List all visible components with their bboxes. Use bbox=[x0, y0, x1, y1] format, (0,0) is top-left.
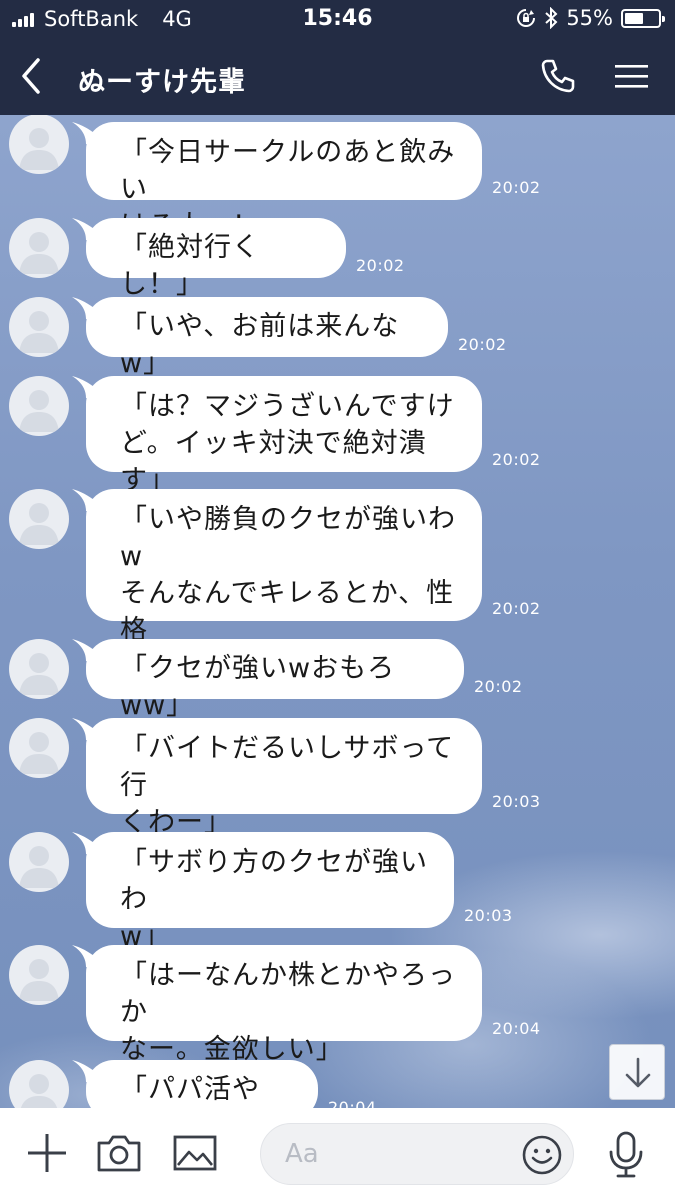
message-bubble[interactable]: 「パパ活やれ」 bbox=[72, 1060, 318, 1108]
scroll-to-bottom-button[interactable] bbox=[609, 1044, 665, 1100]
message-row: 「今日サークルのあと飲みいける人ー！」 20:02 bbox=[0, 115, 675, 242]
battery-fill bbox=[625, 12, 643, 24]
default-user-icon bbox=[19, 732, 59, 774]
default-user-icon bbox=[19, 959, 59, 1001]
default-user-icon bbox=[19, 311, 59, 353]
default-user-icon bbox=[19, 390, 59, 432]
battery-icon bbox=[621, 8, 665, 28]
message-timestamp: 20:03 bbox=[492, 792, 541, 811]
top-bar: SoftBank 4G 15:46 55% ぬーすけ先輩 bbox=[0, 0, 675, 115]
avatar[interactable] bbox=[9, 832, 69, 892]
message-timestamp: 20:03 bbox=[464, 906, 513, 925]
avatar[interactable] bbox=[9, 376, 69, 436]
smiley-icon[interactable] bbox=[521, 1134, 563, 1176]
message-timestamp: 20:04 bbox=[328, 1098, 377, 1108]
message-timestamp: 20:02 bbox=[492, 178, 541, 197]
message-row: 「バイトだるいしサボって行 くわー」 20:03 bbox=[0, 718, 675, 838]
message-row: 「はーなんか株とかやろっか なー。金欲しい」 20:04 bbox=[0, 945, 675, 1065]
message-timestamp: 20:04 bbox=[492, 1019, 541, 1038]
back-chevron-icon[interactable] bbox=[14, 54, 50, 98]
message-text-line: 「いや、お前は来んなw」 bbox=[120, 311, 400, 379]
default-user-icon bbox=[19, 232, 59, 274]
message-bubble[interactable]: 「クセが強いwおもろww」 bbox=[72, 639, 464, 721]
default-user-icon bbox=[19, 653, 59, 695]
message-row: 「いや、お前は来んなw」 20:02 bbox=[0, 297, 675, 379]
message-text-line: 「絶対行くし！」 bbox=[120, 232, 260, 300]
default-user-icon bbox=[19, 846, 59, 888]
status-right: 55% bbox=[508, 6, 665, 30]
message-timestamp: 20:02 bbox=[492, 599, 541, 618]
input-bar: Aa bbox=[0, 1108, 675, 1200]
avatar[interactable] bbox=[9, 1060, 69, 1108]
message-timestamp: 20:02 bbox=[356, 256, 405, 275]
camera-icon[interactable] bbox=[96, 1132, 142, 1174]
bubble-tail bbox=[72, 218, 98, 240]
message-row: 「は？マジうざいんですけど。イッキ対決で絶対潰す」 20:02 bbox=[0, 376, 675, 496]
bubble-tail bbox=[72, 1060, 98, 1082]
chat-area[interactable]: 「今日サークルのあと飲みいける人ー！」20:02「絶対行くし！」20:02「いや… bbox=[0, 115, 675, 1108]
bubble-tail bbox=[72, 639, 98, 661]
bubble-tail bbox=[72, 489, 98, 511]
message-bubble[interactable]: 「サボり方のクセが強いわ w」 bbox=[72, 832, 454, 952]
default-user-icon bbox=[19, 503, 59, 545]
bubble-tail bbox=[72, 376, 98, 398]
message-text-line: 「は？マジうざいんですけ bbox=[120, 391, 455, 422]
message-text-line: 「サボり方のクセが強いわ bbox=[120, 847, 428, 915]
message-text-line: 「バイトだるいしサボって行 bbox=[120, 733, 455, 801]
image-icon[interactable] bbox=[172, 1132, 218, 1174]
message-row: 「パパ活やれ」 20:04 bbox=[0, 1060, 675, 1108]
rotation-lock-icon bbox=[517, 9, 536, 27]
message-bubble[interactable]: 「はーなんか株とかやろっか なー。金欲しい」 bbox=[72, 945, 482, 1065]
avatar[interactable] bbox=[9, 115, 69, 174]
default-user-icon bbox=[20, 1074, 58, 1108]
message-timestamp: 20:02 bbox=[492, 450, 541, 469]
arrow-down-icon bbox=[625, 1057, 651, 1088]
bubble-tail bbox=[72, 945, 98, 967]
message-bubble[interactable]: 「絶対行くし！」 bbox=[72, 218, 346, 300]
message-text-line: 「今日サークルのあと飲みい bbox=[120, 137, 456, 205]
phone-icon[interactable] bbox=[538, 56, 578, 96]
plus-icon[interactable] bbox=[26, 1132, 68, 1174]
message-row: 「サボり方のクセが強いわ w」 20:03 bbox=[0, 832, 675, 952]
message-text-line: ど。イッキ対決で絶対潰す」 bbox=[120, 428, 427, 496]
avatar[interactable] bbox=[9, 639, 69, 699]
message-text-line: 「クセが強いwおもろww」 bbox=[120, 653, 396, 721]
chat-title: ぬーすけ先輩 bbox=[78, 67, 246, 98]
bluetooth-icon bbox=[545, 7, 558, 29]
avatar[interactable] bbox=[9, 297, 69, 357]
message-bubble[interactable]: 「は？マジうざいんですけど。イッキ対決で絶対潰す」 bbox=[72, 376, 482, 496]
message-text-line: 「はーなんか株とかやろっか bbox=[120, 960, 456, 1028]
message-input-placeholder: Aa bbox=[285, 1139, 319, 1169]
battery-percent: 55% bbox=[566, 6, 613, 30]
avatar[interactable] bbox=[9, 218, 69, 278]
message-input[interactable]: Aa bbox=[260, 1123, 574, 1185]
bubble-tail bbox=[72, 718, 98, 740]
avatar[interactable] bbox=[9, 945, 69, 1005]
bubble-tail bbox=[72, 297, 98, 319]
microphone-icon[interactable] bbox=[606, 1130, 646, 1180]
message-bubble[interactable]: 「バイトだるいしサボって行 くわー」 bbox=[72, 718, 482, 838]
avatar[interactable] bbox=[9, 718, 69, 778]
chat-header: ぬーすけ先輩 bbox=[0, 38, 675, 115]
message-text-line: 「パパ活やれ」 bbox=[120, 1074, 260, 1105]
hamburger-menu-icon[interactable] bbox=[612, 60, 652, 92]
bubble-tail bbox=[72, 122, 98, 144]
message-bubble[interactable]: 「いや勝負のクセが強いわwそんなんでキレるとか、性格のクセが強いわw」 bbox=[72, 489, 482, 683]
message-timestamp: 20:02 bbox=[474, 677, 523, 696]
message-bubble[interactable]: 「今日サークルのあと飲みいける人ー！」 bbox=[72, 122, 482, 242]
message-row: 「絶対行くし！」 20:02 bbox=[0, 218, 675, 300]
message-row: 「いや勝負のクセが強いわwそんなんでキレるとか、性格のクセが強いわw」 20:02 bbox=[0, 489, 675, 683]
message-text-line: そんなんでキレるとか、性格 bbox=[120, 578, 455, 646]
message-timestamp: 20:02 bbox=[458, 335, 507, 354]
message-bubble[interactable]: 「いや、お前は来んなw」 bbox=[72, 297, 448, 379]
message-row: 「クセが強いwおもろww」 20:02 bbox=[0, 639, 675, 721]
message-text-line: 「いや勝負のクセが強いわw bbox=[120, 504, 456, 572]
status-bar: SoftBank 4G 15:46 55% bbox=[0, 0, 675, 38]
default-user-icon bbox=[19, 128, 59, 170]
avatar[interactable] bbox=[9, 489, 69, 549]
bubble-tail bbox=[72, 832, 98, 854]
